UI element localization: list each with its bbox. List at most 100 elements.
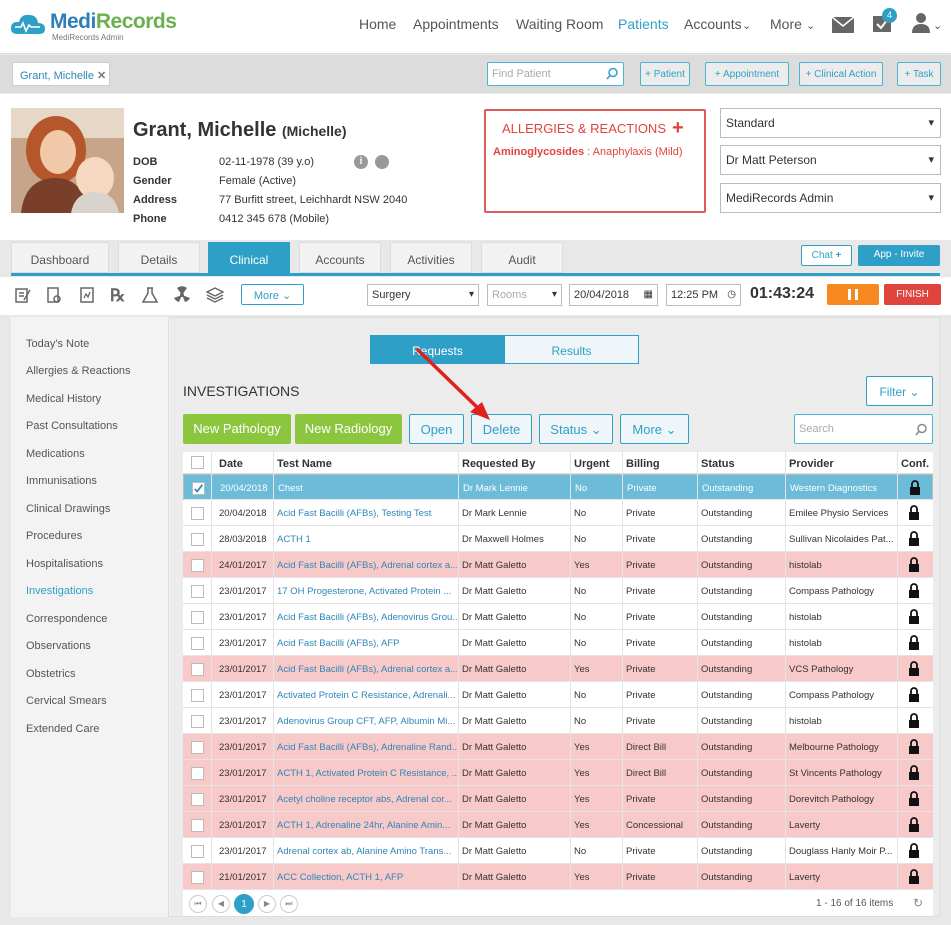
add-appointment-button[interactable]: + Appointment bbox=[705, 62, 789, 86]
app-invite-button[interactable]: App - Invite bbox=[858, 245, 940, 266]
cell-test-name[interactable]: Acetyl choline receptor abs, Adrenal cor… bbox=[277, 794, 457, 805]
layers-icon[interactable] bbox=[206, 286, 224, 304]
status-button[interactable]: Status ⌄ bbox=[539, 414, 613, 444]
segment-results[interactable]: Results bbox=[504, 335, 639, 364]
cell-test-name[interactable]: Chest bbox=[278, 483, 458, 494]
row-checkbox[interactable] bbox=[191, 663, 204, 676]
cell-test-name[interactable]: Acid Fast Bacilli (AFBs), Testing Test bbox=[277, 508, 457, 519]
document-icon[interactable] bbox=[45, 286, 63, 304]
cell-test-name[interactable]: Acid Fast Bacilli (AFBs), Adrenaline Ran… bbox=[277, 742, 457, 753]
add-patient-button[interactable]: + Patient bbox=[640, 62, 690, 86]
table-row[interactable]: 20/04/2018 Acid Fast Bacilli (AFBs), Test… bbox=[183, 500, 933, 526]
prev-page-icon[interactable]: ◀ bbox=[212, 895, 230, 913]
cell-test-name[interactable]: Adrenal cortex ab, Alanine Amino Trans..… bbox=[277, 846, 457, 857]
col-date[interactable]: Date bbox=[219, 458, 243, 470]
investigations-search-input[interactable]: Search bbox=[794, 414, 933, 444]
cell-test-name[interactable]: Acid Fast Bacilli (AFBs), Adrenal cortex… bbox=[277, 664, 457, 675]
add-allergy-icon[interactable]: + bbox=[672, 117, 684, 140]
report-icon[interactable] bbox=[78, 286, 96, 304]
table-row[interactable]: 20/04/2018 Chest Dr Mark Lennie No Private Ou… bbox=[183, 474, 933, 500]
add-clinical-action-button[interactable]: + Clinical Action bbox=[799, 62, 883, 86]
cell-test-name[interactable]: ACTH 1, Activated Protein C Resistance, … bbox=[277, 768, 457, 779]
lock-icon[interactable] bbox=[908, 713, 920, 728]
sidenav-obstetrics[interactable]: Obstetrics bbox=[26, 668, 76, 680]
chat-button[interactable]: Chat + bbox=[801, 245, 852, 266]
sidenav-clinical-drawings[interactable]: Clinical Drawings bbox=[26, 503, 110, 515]
find-patient-input[interactable]: Find Patient bbox=[487, 62, 624, 86]
row-checkbox[interactable] bbox=[191, 845, 204, 858]
time-input[interactable]: 12:25 PM ◷ bbox=[666, 284, 741, 306]
billing-type-select[interactable]: Standard ▾ bbox=[720, 108, 941, 138]
table-row[interactable]: 23/01/2017 17 OH Progesterone, Activated … bbox=[183, 578, 933, 604]
pause-button[interactable] bbox=[827, 284, 879, 305]
cell-test-name[interactable]: Acid Fast Bacilli (AFBs), Adrenal cortex… bbox=[277, 560, 457, 571]
sidenav-medications[interactable]: Medications bbox=[26, 448, 85, 460]
table-row[interactable]: 24/01/2017 Acid Fast Bacilli (AFBs), Adre… bbox=[183, 552, 933, 578]
mail-icon[interactable] bbox=[832, 14, 854, 36]
lock-icon[interactable] bbox=[909, 480, 921, 495]
nav-appointments[interactable]: Appointments bbox=[413, 16, 499, 32]
nav-home[interactable]: Home bbox=[359, 16, 396, 32]
table-row[interactable]: 23/01/2017 Acid Fast Bacilli (AFBs), AFP D… bbox=[183, 630, 933, 656]
info-icon[interactable]: i bbox=[354, 155, 368, 169]
cell-test-name[interactable]: Acid Fast Bacilli (AFBs), Adenovirus Gro… bbox=[277, 612, 457, 623]
nav-accounts[interactable]: Accounts bbox=[684, 16, 742, 32]
lab-flask-icon[interactable] bbox=[141, 286, 159, 304]
table-row[interactable]: 23/01/2017 Acetyl choline receptor abs, A… bbox=[183, 786, 933, 812]
row-checkbox[interactable] bbox=[191, 611, 204, 624]
date-input[interactable]: 20/04/2018 ▦ bbox=[569, 284, 658, 306]
col-test-name[interactable]: Test Name bbox=[277, 458, 332, 470]
table-row[interactable]: 21/01/2017 ACC Collection, ACTH 1, AFP Dr … bbox=[183, 864, 933, 890]
finish-button[interactable]: FINISH bbox=[884, 284, 941, 305]
row-checkbox[interactable] bbox=[191, 585, 204, 598]
close-icon[interactable]: ✕ bbox=[97, 70, 106, 82]
lock-icon[interactable] bbox=[908, 661, 920, 676]
col-urgent[interactable]: Urgent bbox=[574, 458, 609, 470]
nav-waiting-room[interactable]: Waiting Room bbox=[516, 16, 603, 32]
col-billing[interactable]: Billing bbox=[626, 458, 660, 470]
row-checkbox[interactable] bbox=[191, 715, 204, 728]
location-select[interactable]: Surgery ▾ bbox=[367, 284, 479, 306]
table-row[interactable]: 23/01/2017 Acid Fast Bacilli (AFBs), Adre… bbox=[183, 656, 933, 682]
cell-test-name[interactable]: Activated Protein C Resistance, Adrenali… bbox=[277, 690, 457, 701]
allergy-item[interactable]: Aminoglycosides : Anaphylaxis (Mild) bbox=[493, 146, 683, 158]
sidenav-todays-note[interactable]: Today's Note bbox=[26, 338, 89, 350]
tab-dashboard[interactable]: Dashboard bbox=[11, 242, 109, 273]
lock-icon[interactable] bbox=[908, 765, 920, 780]
tab-audit[interactable]: Audit bbox=[481, 242, 563, 273]
sidenav-investigations[interactable]: Investigations bbox=[26, 585, 93, 597]
notes-icon[interactable] bbox=[14, 286, 32, 304]
medirecords-logo[interactable]: MediRecords MediRecords Admin bbox=[10, 8, 177, 44]
cell-test-name[interactable]: Adenovirus Group CFT, AFP, Albumin Mi... bbox=[277, 716, 457, 727]
nav-patients[interactable]: Patients bbox=[618, 16, 669, 32]
col-conf[interactable]: Conf. bbox=[901, 458, 929, 470]
col-status[interactable]: Status bbox=[701, 458, 735, 470]
col-requested-by[interactable]: Requested By bbox=[462, 458, 535, 470]
lock-icon[interactable] bbox=[908, 635, 920, 650]
lock-icon[interactable] bbox=[908, 791, 920, 806]
toolbar-more-button[interactable]: More ⌄ bbox=[241, 284, 304, 305]
tab-details[interactable]: Details bbox=[118, 242, 200, 273]
last-page-icon[interactable]: ⏭ bbox=[280, 895, 298, 913]
new-pathology-button[interactable]: New Pathology bbox=[183, 414, 291, 444]
row-checkbox[interactable] bbox=[191, 767, 204, 780]
nav-more[interactable]: More bbox=[770, 16, 802, 32]
refresh-icon[interactable]: ↻ bbox=[913, 896, 923, 910]
sidenav-observations[interactable]: Observations bbox=[26, 640, 91, 652]
lock-icon[interactable] bbox=[908, 505, 920, 520]
practice-select[interactable]: MediRecords Admin ▾ bbox=[720, 183, 941, 213]
lock-icon[interactable] bbox=[908, 739, 920, 754]
row-checkbox[interactable] bbox=[191, 871, 204, 884]
row-checkbox[interactable] bbox=[191, 793, 204, 806]
select-all-checkbox[interactable] bbox=[191, 456, 204, 469]
filter-button[interactable]: Filter ⌄ bbox=[866, 376, 933, 406]
table-row[interactable]: 23/01/2017 Adenovirus Group CFT, AFP, Alb… bbox=[183, 708, 933, 734]
lock-icon[interactable] bbox=[908, 687, 920, 702]
tab-activities[interactable]: Activities bbox=[390, 242, 472, 273]
col-provider[interactable]: Provider bbox=[789, 458, 834, 470]
row-checkbox[interactable] bbox=[191, 559, 204, 572]
new-radiology-button[interactable]: New Radiology bbox=[295, 414, 402, 444]
lock-icon[interactable] bbox=[908, 869, 920, 884]
row-checkbox[interactable] bbox=[192, 482, 205, 495]
tab-clinical[interactable]: Clinical bbox=[208, 242, 290, 273]
